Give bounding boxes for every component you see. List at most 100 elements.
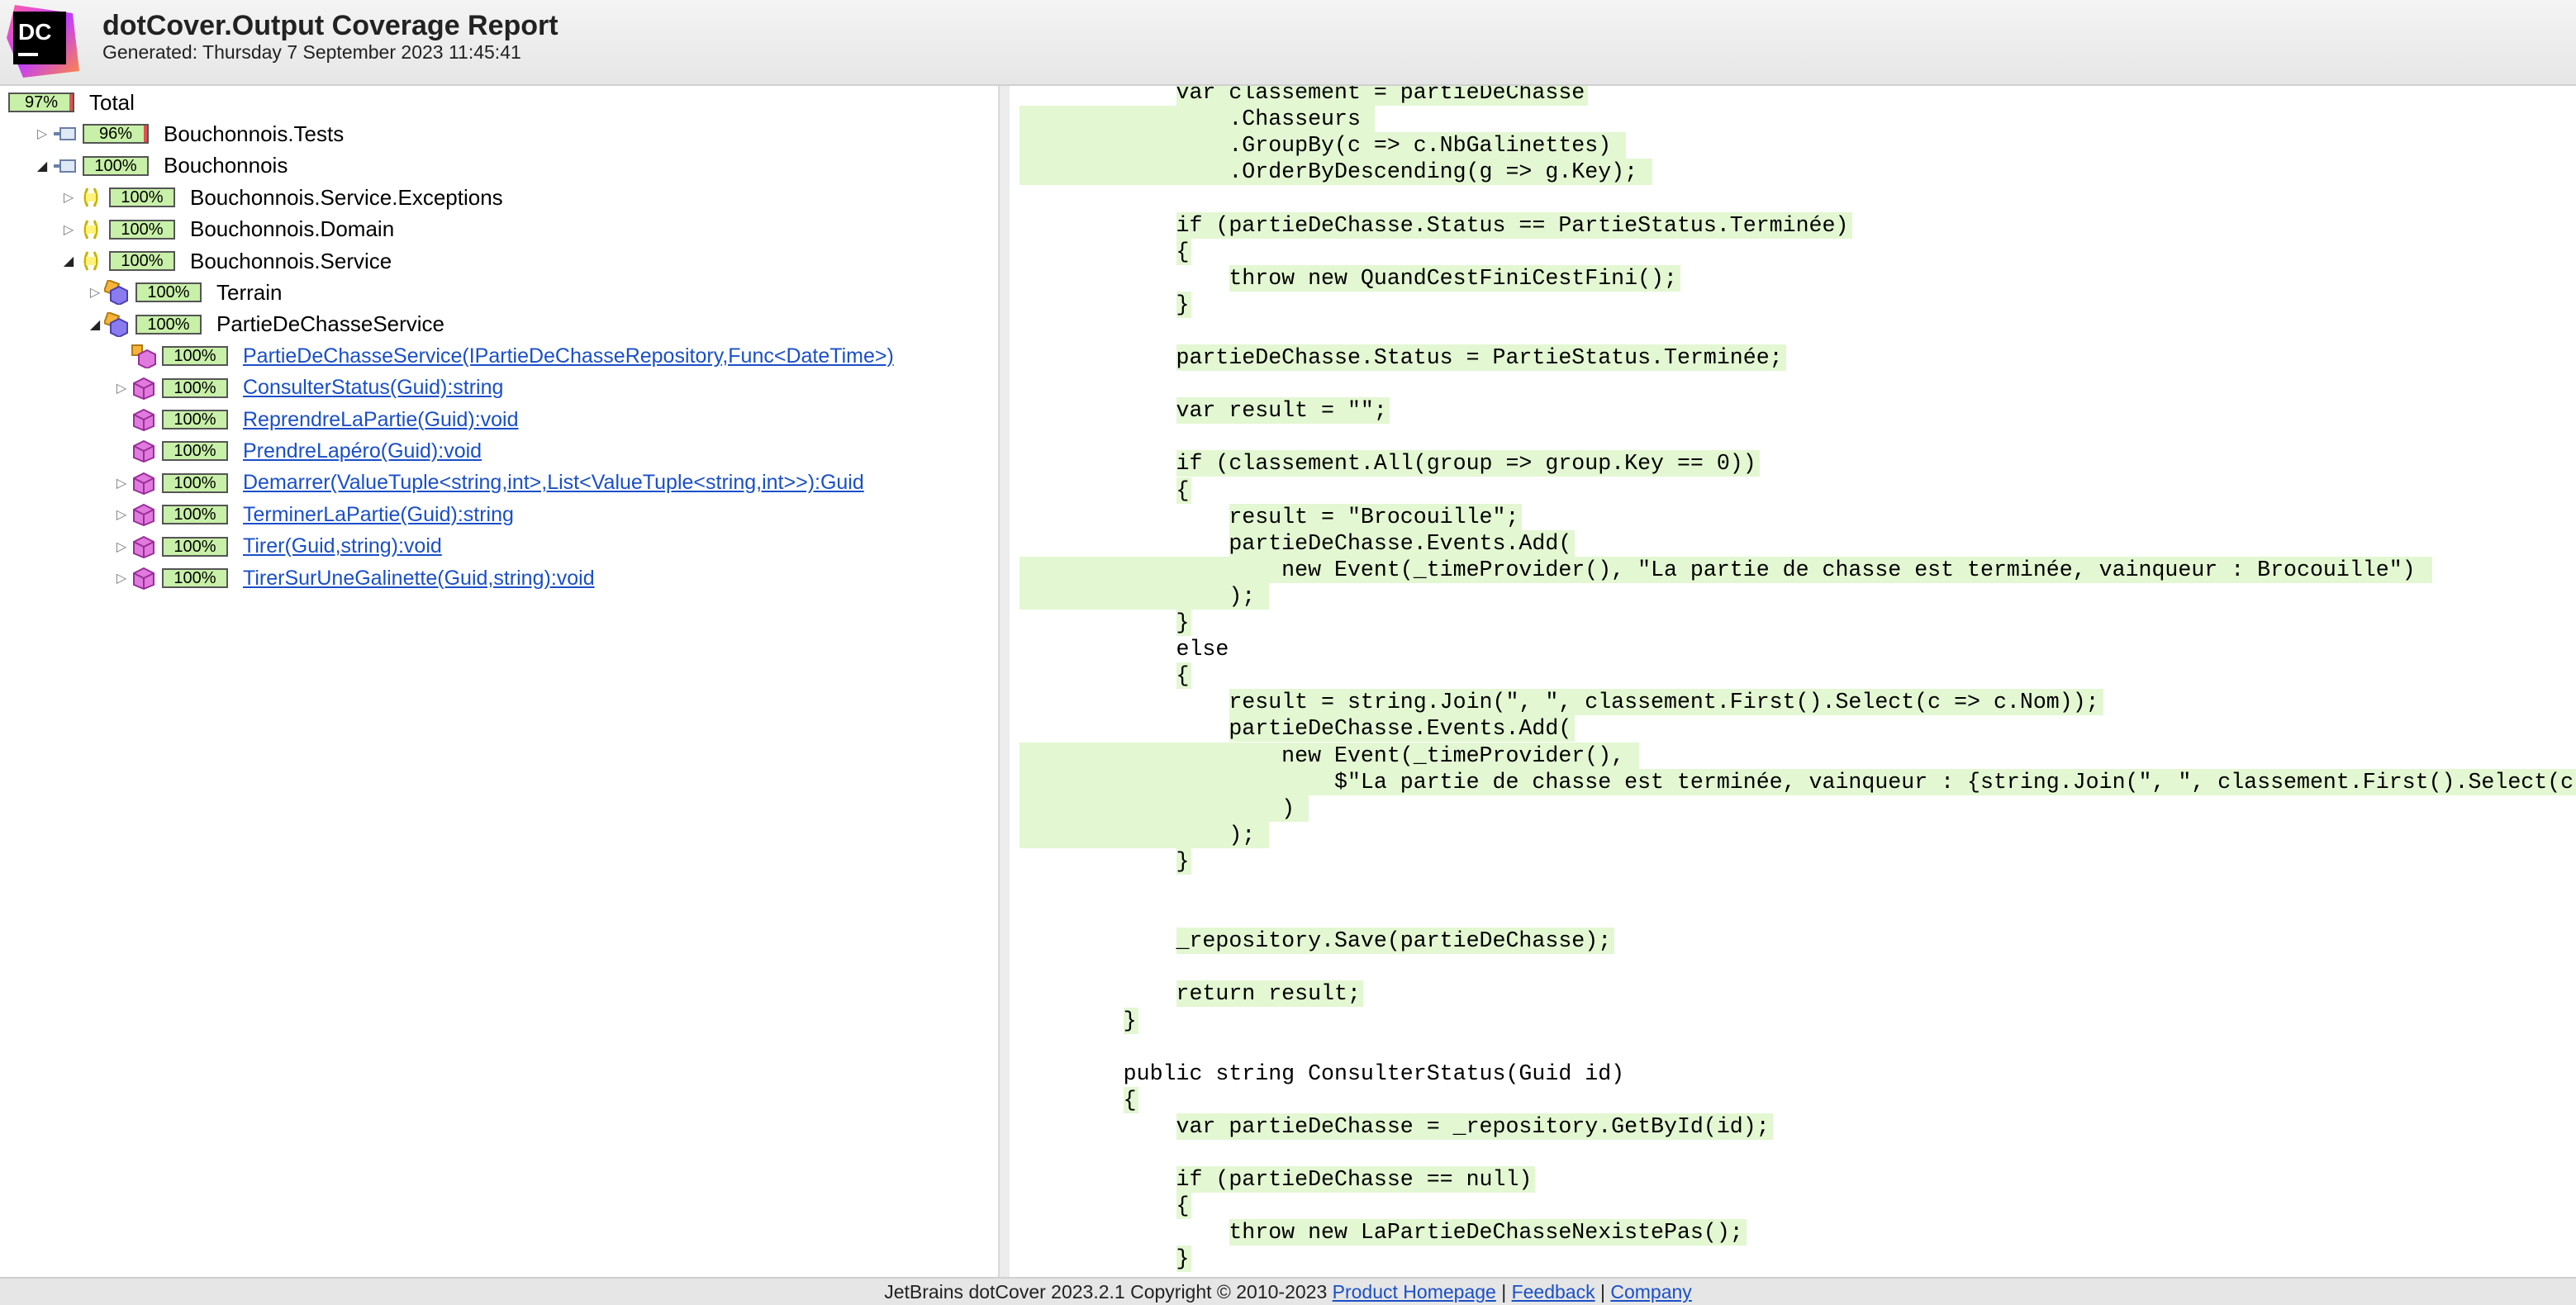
code-line: new Event(_timeProvider(), — [1018, 743, 1625, 768]
constructor-icon — [131, 344, 157, 369]
expanded-triangle-icon[interactable]: ◢ — [59, 246, 78, 276]
member-link[interactable]: Tirer(Guid,string):void — [243, 534, 442, 558]
method-icon — [131, 566, 157, 591]
tree-node[interactable]: ▷ 100% ConsulterStatus(Guid):string — [112, 373, 503, 403]
tree-node[interactable]: ▷ 100% Terrain — [86, 278, 282, 307]
code-line: partieDeChasse.Events.Add( — [1018, 716, 1572, 742]
coverage-badge: 100% — [135, 314, 202, 335]
method-icon — [131, 439, 157, 463]
code-line: ) — [1018, 795, 1295, 821]
coverage-badge: 100% — [162, 410, 228, 429]
method-icon — [131, 407, 157, 432]
namespace-icon — [78, 185, 104, 210]
coverage-badge: 100% — [109, 251, 175, 271]
company-link[interactable]: Company — [1610, 1281, 1691, 1303]
member-link[interactable]: ReprendreLaPartie(Guid):void — [243, 408, 519, 432]
tree-node[interactable]: ◢ 100% PartieDeChasseService — [86, 310, 444, 339]
code-line: { — [1018, 1193, 1190, 1219]
tree-node[interactable]: ▷ 100% Tirer(Guid,string):void — [112, 532, 442, 562]
report-title: dotCover.Output Coverage Report — [102, 10, 558, 41]
collapsed-triangle-icon[interactable]: ▷ — [33, 119, 51, 149]
coverage-badge: 100% — [162, 377, 228, 398]
tree-node[interactable]: 100% PartieDeChasseService(IPartieDeChass… — [112, 341, 894, 371]
dotcover-logo-icon: DC — [7, 5, 79, 78]
code-line: throw new QuandCestFiniCestFini(); — [1018, 265, 1677, 291]
coverage-badge: 96% — [83, 124, 149, 145]
assembly-icon — [51, 154, 78, 178]
code-line: partieDeChasse.Status = PartieStatus.Ter… — [1018, 345, 1783, 370]
code-line: ); — [1018, 583, 1256, 609]
member-link[interactable]: PartieDeChasseService(IPartieDeChasseRep… — [243, 344, 894, 368]
collapsed-triangle-icon[interactable]: ▷ — [112, 468, 131, 498]
method-icon — [131, 534, 157, 559]
code-line: { — [1018, 663, 1190, 689]
code-line: } — [1018, 1246, 1190, 1272]
node-label: Bouchonnois.Service — [190, 248, 392, 273]
code-line: throw new LaPartieDeChasseNexistePas(); — [1018, 1220, 1743, 1246]
member-link[interactable]: TerminerLaPartie(Guid):string — [243, 503, 514, 527]
collapsed-triangle-icon[interactable]: ▷ — [112, 500, 131, 529]
member-link[interactable]: TirerSurUneGalinette(Guid,string):void — [243, 567, 595, 591]
code-line: } — [1018, 848, 1190, 874]
collapsed-triangle-icon[interactable]: ▷ — [112, 532, 131, 562]
class-icon — [104, 311, 131, 337]
node-label: Bouchonnois.Tests — [164, 121, 345, 146]
coverage-badge: 100% — [162, 472, 228, 493]
assembly-icon — [51, 121, 78, 146]
tree-node[interactable]: 100% PrendreLapéro(Guid):void — [112, 436, 482, 466]
code-line: partieDeChasse.Events.Add( — [1018, 530, 1572, 556]
tree-node[interactable]: 97% Total — [8, 88, 135, 117]
code-line: result = "Brocouille"; — [1018, 504, 1519, 529]
report-header: DC dotCover.Output Coverage Report Gener… — [0, 0, 2576, 86]
footer-separator: | — [1595, 1281, 1611, 1303]
report-footer: JetBrains dotCover 2023.2.1 Copyright © … — [0, 1277, 2576, 1305]
tree-node[interactable]: ▷ 100% Demarrer(ValueTuple<string,int>,Lis… — [112, 468, 864, 498]
footer-separator: | — [1495, 1281, 1512, 1303]
panel-splitter[interactable] — [1000, 86, 1010, 1277]
collapsed-triangle-icon[interactable]: ▷ — [59, 183, 78, 212]
code-line: var result = ""; — [1018, 398, 1387, 424]
source-code-panel[interactable]: var classement = partieDeChasse .Chasseu… — [1010, 86, 2576, 1277]
collapsed-triangle-icon[interactable]: ▷ — [112, 373, 131, 403]
coverage-badge: 100% — [162, 568, 228, 588]
code-line: { — [1018, 1087, 1137, 1113]
tree-node[interactable]: ▷ 100% Bouchonnois.Domain — [59, 215, 394, 244]
expanded-triangle-icon[interactable]: ◢ — [33, 151, 51, 181]
coverage-badge: 97% — [8, 93, 74, 112]
collapsed-triangle-icon[interactable]: ▷ — [86, 278, 104, 307]
node-label: Bouchonnois.Service.Exceptions — [190, 184, 503, 210]
feedback-link[interactable]: Feedback — [1512, 1281, 1595, 1303]
code-line: } — [1018, 610, 1190, 635]
member-link[interactable]: PrendreLapéro(Guid):void — [243, 439, 482, 463]
tree-node[interactable]: ▷ 100% TirerSurUneGalinette(Guid,string):v… — [112, 563, 595, 593]
class-icon — [104, 280, 131, 306]
code-line: } — [1018, 1008, 1137, 1033]
tree-node[interactable]: ◢ 100% Bouchonnois.Service — [59, 246, 392, 276]
product-homepage-link[interactable]: Product Homepage — [1333, 1281, 1496, 1303]
tree-node[interactable]: ▷ 100% TerminerLaPartie(Guid):string — [112, 500, 514, 529]
tree-node[interactable]: 100% ReprendreLaPartie(Guid):void — [112, 405, 519, 434]
tree-node[interactable]: ◢ 100% Bouchonnois — [33, 151, 288, 181]
member-link[interactable]: ConsulterStatus(Guid):string — [243, 376, 503, 400]
code-line: $"La partie de chasse est terminée, vain… — [1018, 769, 2576, 795]
node-label: Total — [89, 89, 135, 115]
code-line: if (partieDeChasse == null) — [1018, 1167, 1533, 1193]
method-icon — [131, 502, 157, 527]
expanded-triangle-icon[interactable]: ◢ — [86, 310, 104, 339]
coverage-badge: 100% — [162, 346, 228, 367]
coverage-tree-panel[interactable]: 97% Total ▷ 96% Bouchonnois.Tests ◢ 100% Boucho… — [0, 86, 1000, 1277]
tree-node[interactable]: ▷ 100% Bouchonnois.Service.Exceptions — [59, 183, 503, 212]
coverage-badge: 100% — [135, 282, 202, 303]
member-link[interactable]: Demarrer(ValueTuple<string,int>,List<Val… — [243, 471, 864, 495]
collapsed-triangle-icon[interactable]: ▷ — [112, 563, 131, 593]
no-expander — [112, 405, 131, 434]
coverage-badge: 100% — [162, 536, 228, 557]
namespace-icon — [78, 217, 104, 242]
coverage-badge: 100% — [162, 441, 228, 462]
method-icon — [131, 471, 157, 496]
method-icon — [131, 376, 157, 401]
tree-node[interactable]: ▷ 96% Bouchonnois.Tests — [33, 119, 344, 149]
coverage-badge: 100% — [109, 219, 175, 240]
code-line: if (classement.All(group => group.Key ==… — [1018, 451, 1756, 477]
collapsed-triangle-icon[interactable]: ▷ — [59, 215, 78, 244]
